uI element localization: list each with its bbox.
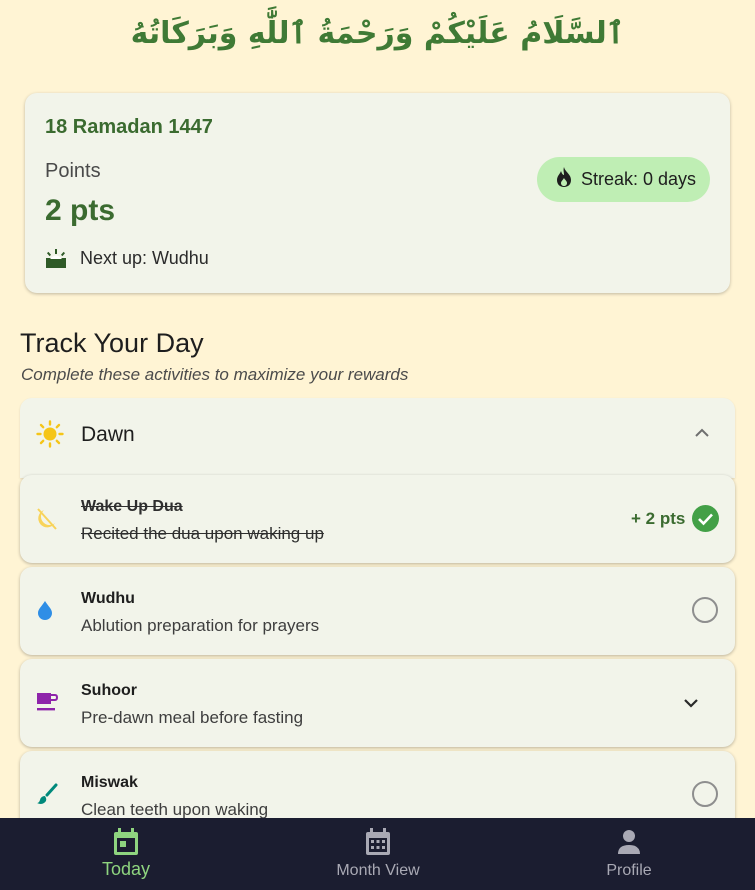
cup-icon (36, 691, 59, 718)
nav-label-month-view: Month View (336, 862, 420, 879)
dawn-section-header[interactable]: Dawn (20, 398, 735, 478)
section-subtitle: Complete these activities to maximize yo… (21, 365, 409, 384)
streak-text: Streak: 0 days (581, 169, 697, 189)
empty-circle-icon[interactable] (692, 781, 718, 807)
nav-item-month-view[interactable]: Month View (252, 818, 504, 890)
bottom-navigation: Today Month View Profile (0, 818, 755, 890)
activity-title: Miswak (81, 774, 138, 791)
streak-chip[interactable]: Streak: 0 days (537, 157, 710, 202)
activity-description: Pre-dawn meal before fasting (81, 708, 304, 727)
check-circle-icon[interactable] (692, 505, 719, 537)
activity-title: Wake Up Dua (81, 498, 183, 515)
activity-wake-up-dua[interactable]: Wake Up Dua Recited the dua upon waking … (20, 475, 735, 563)
points-label: Points (45, 160, 101, 182)
activity-description: Clean teeth upon waking (81, 800, 269, 819)
activity-wudhu[interactable]: Wudhu Ablution preparation for prayers (20, 567, 735, 655)
summary-card: 18 Ramadan 1447 Points 2 pts Next up: Wu… (25, 93, 730, 293)
activity-description: Ablution preparation for prayers (81, 616, 320, 635)
app-screen: ٱلسَّلَامُ عَلَيْكُمْ وَرَحْمَةُ ٱللَّٰه… (0, 0, 755, 890)
nav-label-profile: Profile (606, 862, 652, 879)
brush-icon (36, 783, 58, 810)
activity-suhoor[interactable]: Suhoor Pre-dawn meal before fasting (20, 659, 735, 747)
nav-label-today: Today (101, 859, 151, 879)
greeting-text: ٱلسَّلَامُ عَلَيْكُمْ وَرَحْمَةُ ٱللَّٰه… (130, 16, 625, 51)
sun-icon (36, 420, 64, 453)
next-up-text: Next up: Wudhu (80, 248, 209, 268)
hijri-date: 18 Ramadan 1447 (45, 116, 213, 138)
empty-circle-icon[interactable] (692, 597, 718, 623)
chevron-up-icon[interactable] (694, 426, 710, 444)
points-earned-badge: + 2 pts (631, 509, 686, 528)
nav-item-profile[interactable]: Profile (503, 818, 755, 890)
chevron-down-icon[interactable] (683, 696, 699, 714)
section-title: Track Your Day (20, 328, 204, 358)
fire-icon (555, 166, 573, 193)
moon-crescent-icon (36, 507, 58, 536)
activity-title: Suhoor (81, 682, 137, 699)
dawn-title: Dawn (81, 423, 135, 446)
nav-item-today[interactable]: Today (0, 818, 252, 890)
points-value: 2 pts (45, 194, 116, 227)
next-up-row: Next up: Wudhu (45, 248, 209, 269)
activity-title: Wudhu (81, 590, 135, 607)
water-drop-icon (36, 599, 54, 626)
activity-description: Recited the dua upon waking up (81, 524, 324, 543)
sunrise-icon (45, 248, 67, 269)
